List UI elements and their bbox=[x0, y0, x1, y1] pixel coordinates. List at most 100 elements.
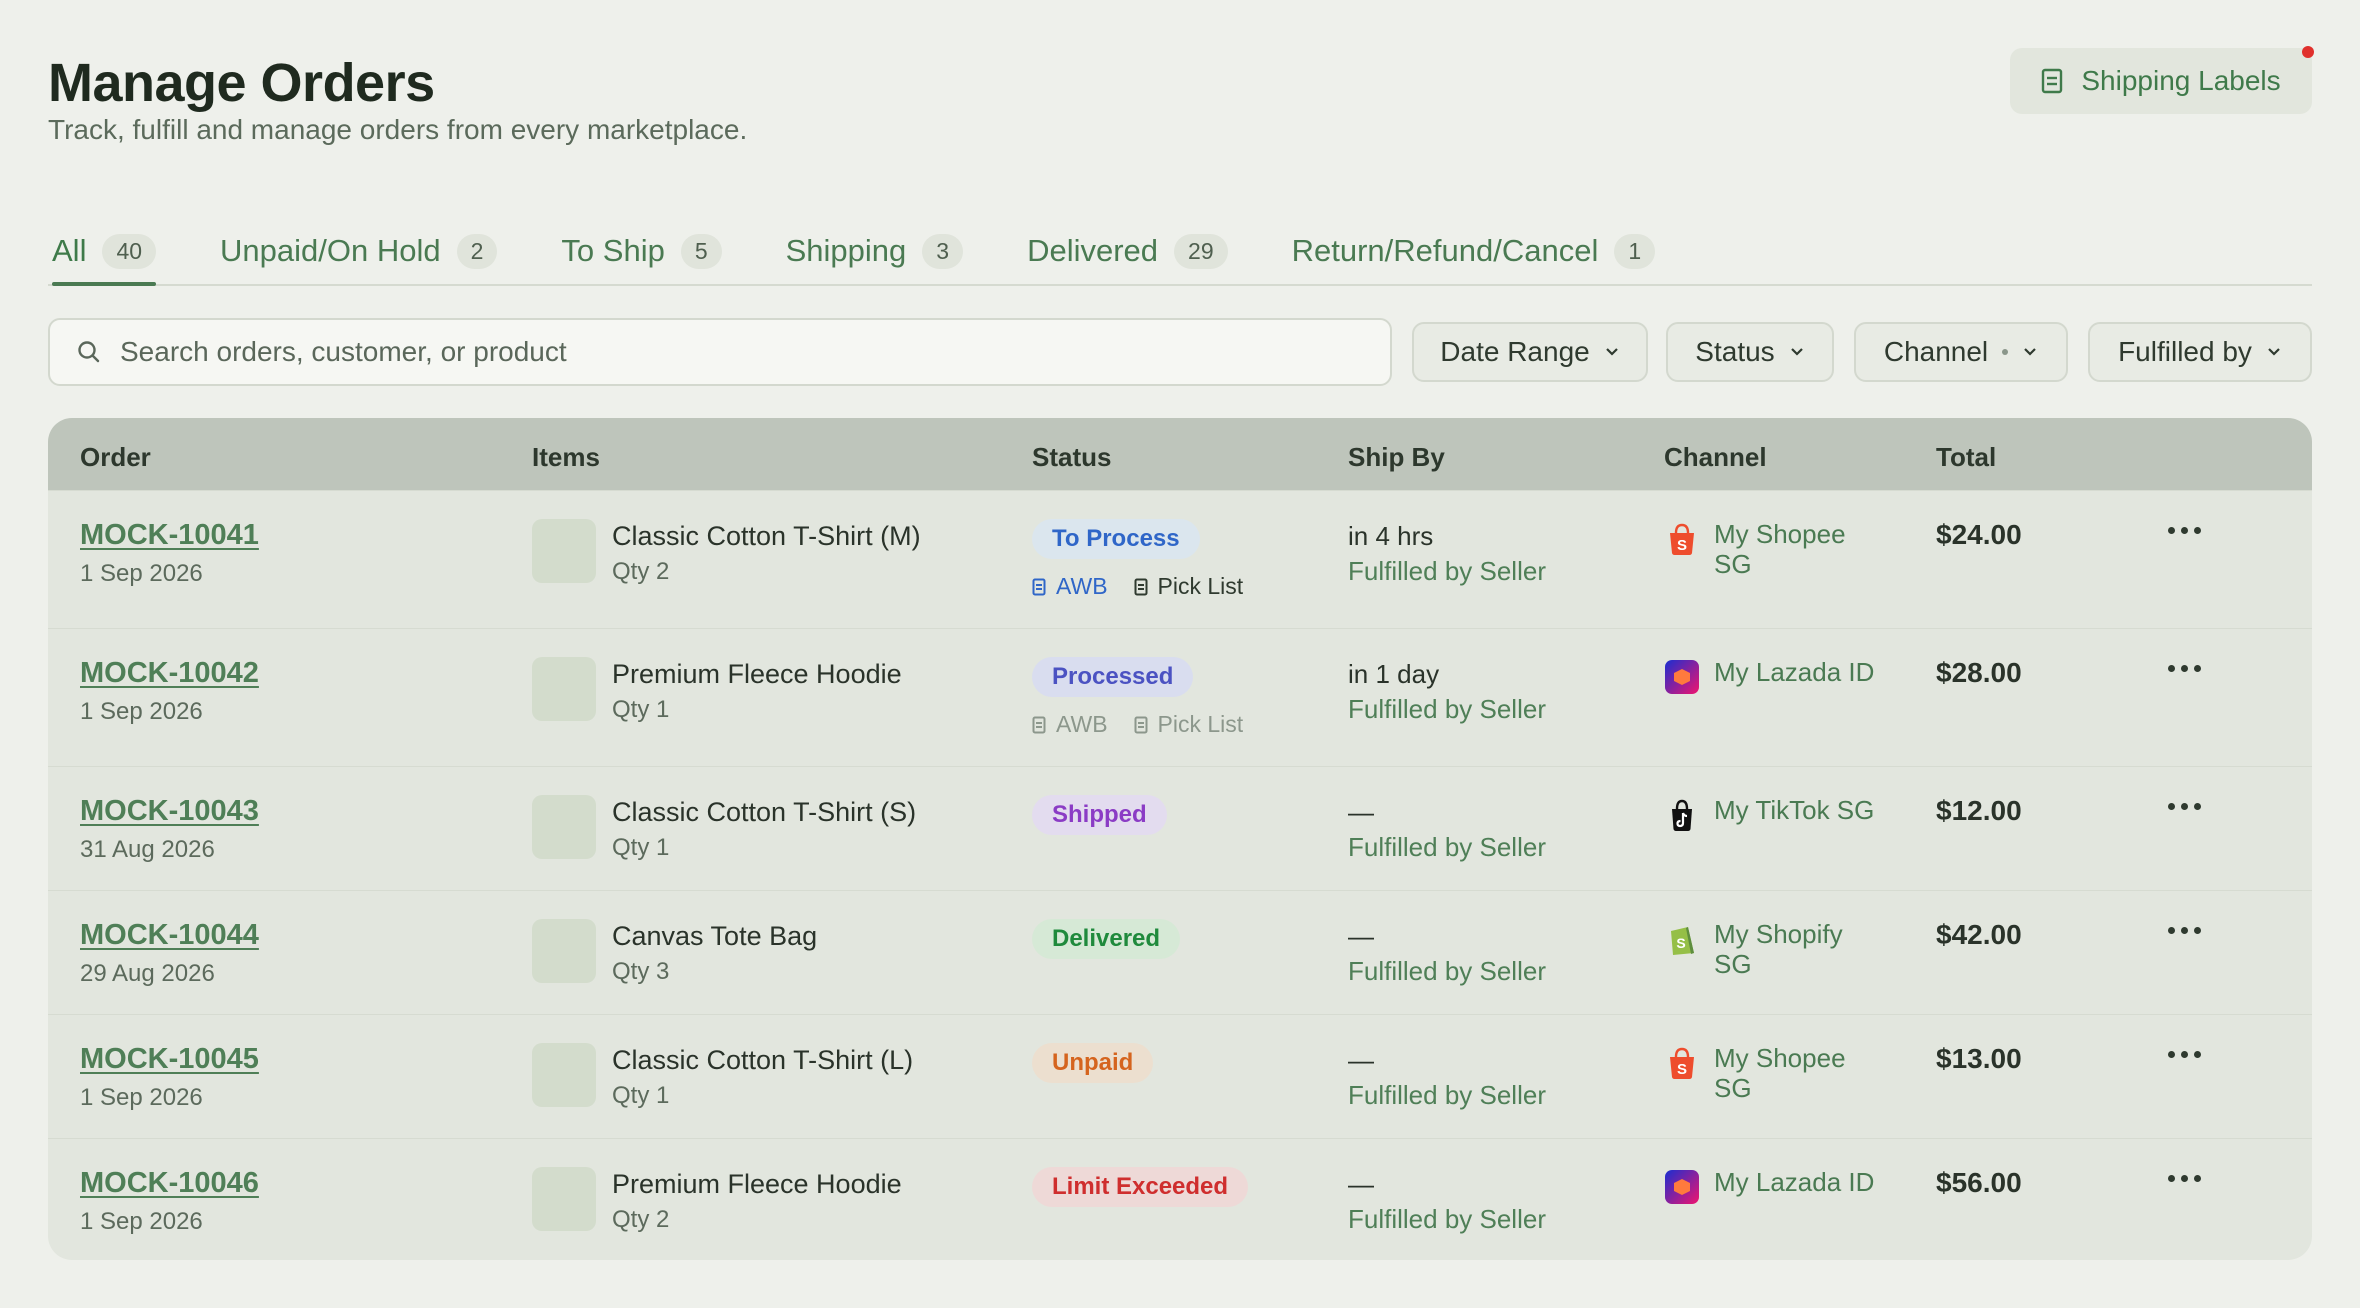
product-thumbnail bbox=[532, 919, 596, 983]
more-actions-button[interactable] bbox=[2164, 1165, 2205, 1192]
search-icon bbox=[78, 341, 100, 363]
order-total: $42.00 bbox=[1936, 919, 2022, 950]
shipping-labels-button[interactable]: Shipping Labels bbox=[2010, 46, 2314, 114]
table-row[interactable]: MOCK-10046 1 Sep 2026 Premium Fleece Hoo… bbox=[48, 1138, 2312, 1260]
document-icon bbox=[1032, 716, 1046, 733]
awb-link[interactable]: AWB bbox=[1032, 573, 1108, 600]
pick-list-link[interactable]: Pick List bbox=[1134, 573, 1243, 600]
order-id-link[interactable]: MOCK-10043 bbox=[80, 795, 259, 828]
order-date: 1 Sep 2026 bbox=[80, 1084, 203, 1111]
search-input[interactable] bbox=[120, 336, 1320, 368]
fulfilled-by-filter[interactable]: Fulfilled by bbox=[2088, 322, 2312, 382]
product-thumbnail bbox=[532, 1043, 596, 1107]
pick-list-link[interactable]: Pick List bbox=[1134, 711, 1244, 738]
tab-label: To Ship bbox=[561, 233, 665, 268]
status-cell: Processed AWB Pick List bbox=[1032, 657, 1243, 738]
order-total: $28.00 bbox=[1936, 657, 2022, 688]
ship-time: — bbox=[1348, 1045, 1374, 1075]
status-cell: Unpaid bbox=[1032, 1043, 1154, 1083]
ship-by-cell: — Fulfilled by Seller bbox=[1348, 1045, 1546, 1111]
date-range-filter[interactable]: Date Range bbox=[1412, 322, 1648, 382]
status-cell: Delivered bbox=[1032, 919, 1181, 959]
tab-to-ship[interactable]: To Ship 5 bbox=[561, 208, 722, 284]
page-title: Manage Orders bbox=[48, 53, 435, 113]
channel-name: My Lazada ID bbox=[1714, 657, 1875, 687]
tab-delivered[interactable]: Delivered 29 bbox=[1027, 208, 1228, 284]
channel-cell: S My Shopee SG bbox=[1664, 519, 1864, 579]
order-total: $24.00 bbox=[1936, 519, 2022, 550]
channel-name: My Shopee SG bbox=[1714, 519, 1846, 579]
order-date: 31 Aug 2026 bbox=[80, 836, 215, 863]
more-actions-button[interactable] bbox=[2164, 917, 2205, 944]
header-order: Order bbox=[80, 442, 151, 472]
awb-label: AWB bbox=[1056, 711, 1108, 737]
document-icon bbox=[1134, 716, 1148, 733]
order-id-link[interactable]: MOCK-10042 bbox=[80, 657, 259, 690]
tab-all[interactable]: All 40 bbox=[52, 208, 157, 286]
shopee-icon: S bbox=[1670, 523, 1694, 555]
tab-count: 2 bbox=[456, 233, 498, 269]
document-icon bbox=[1032, 578, 1046, 595]
table-row[interactable]: MOCK-10042 1 Sep 2026 Premium Fleece Hoo… bbox=[48, 628, 2312, 766]
ship-by-cell: — Fulfilled by Seller bbox=[1348, 921, 1546, 987]
channel-filter[interactable]: Channel bbox=[1854, 322, 2068, 382]
channel-cell: My TikTok SG bbox=[1664, 795, 1914, 833]
tab-return-refund-cancel[interactable]: Return/Refund/Cancel 1 bbox=[1292, 208, 1656, 284]
tab-count: 3 bbox=[922, 233, 964, 269]
item-qty: Qty 3 bbox=[612, 958, 670, 985]
item-qty: Qty 1 bbox=[612, 834, 670, 861]
tab-unpaid-on-hold[interactable]: Unpaid/On Hold 2 bbox=[220, 208, 498, 284]
svg-text:S: S bbox=[1677, 537, 1687, 554]
more-actions-button[interactable] bbox=[2164, 1041, 2205, 1068]
ship-time: in 4 hrs bbox=[1348, 521, 1434, 551]
lazada-icon bbox=[1665, 1170, 1699, 1204]
header-total: Total bbox=[1936, 442, 1997, 472]
more-actions-button[interactable] bbox=[2164, 655, 2205, 682]
order-cell: MOCK-10046 1 Sep 2026 bbox=[80, 1167, 259, 1236]
table-row[interactable]: MOCK-10045 1 Sep 2026 Classic Cotton T-S… bbox=[48, 1014, 2312, 1138]
pick-list-label: Pick List bbox=[1157, 711, 1244, 737]
order-id-link[interactable]: MOCK-10041 bbox=[80, 519, 259, 552]
svg-text:S: S bbox=[1677, 1061, 1687, 1078]
status-cell: Shipped bbox=[1032, 795, 1167, 835]
fulfilled-by-label: Fulfilled by bbox=[2118, 336, 2252, 367]
order-total: $56.00 bbox=[1936, 1167, 2022, 1198]
status-cell: Limit Exceeded bbox=[1032, 1167, 1249, 1207]
status-badge: Processed bbox=[1032, 657, 1194, 697]
order-id-link[interactable]: MOCK-10045 bbox=[80, 1043, 259, 1076]
date-range-label: Date Range bbox=[1440, 336, 1590, 367]
status-filter[interactable]: Status bbox=[1666, 322, 1834, 382]
tab-label: Delivered bbox=[1027, 233, 1159, 268]
awb-link[interactable]: AWB bbox=[1032, 711, 1108, 738]
product-thumbnail bbox=[532, 657, 596, 721]
fulfilled-by: Fulfilled by Seller bbox=[1348, 694, 1546, 724]
table-row[interactable]: MOCK-10041 1 Sep 2026 Classic Cotton T-S… bbox=[48, 490, 2312, 628]
more-actions-button[interactable] bbox=[2164, 517, 2205, 544]
product-thumbnail bbox=[532, 795, 596, 859]
status-badge: Delivered bbox=[1032, 919, 1181, 959]
channel-cell: S My Shopify SG bbox=[1664, 919, 1864, 979]
more-actions-button[interactable] bbox=[2164, 793, 2205, 820]
order-id-link[interactable]: MOCK-10044 bbox=[80, 919, 259, 952]
item-name: Classic Cotton T-Shirt (S) bbox=[612, 797, 917, 827]
fulfilled-by: Fulfilled by Seller bbox=[1348, 556, 1546, 586]
shipping-labels-label: Shipping Labels bbox=[2081, 65, 2281, 96]
order-date: 1 Sep 2026 bbox=[80, 1208, 203, 1235]
chevron-down-icon bbox=[2024, 348, 2036, 356]
tab-shipping[interactable]: Shipping 3 bbox=[786, 208, 964, 284]
item-name: Canvas Tote Bag bbox=[612, 921, 818, 951]
header-items: Items bbox=[532, 442, 600, 472]
table-row[interactable]: MOCK-10044 29 Aug 2026 Canvas Tote Bag Q… bbox=[48, 890, 2312, 1014]
channel-name: My TikTok SG bbox=[1714, 795, 1875, 825]
lazada-icon bbox=[1665, 660, 1699, 694]
order-cell: MOCK-10043 31 Aug 2026 bbox=[80, 795, 259, 864]
table-row[interactable]: MOCK-10043 31 Aug 2026 Classic Cotton T-… bbox=[48, 766, 2312, 890]
search-box bbox=[48, 318, 1392, 386]
header-channel: Channel bbox=[1664, 442, 1767, 472]
order-id-link[interactable]: MOCK-10046 bbox=[80, 1167, 259, 1200]
item-qty: Qty 2 bbox=[612, 1206, 670, 1233]
item-qty: Qty 1 bbox=[612, 696, 670, 723]
awb-label: AWB bbox=[1056, 573, 1108, 599]
notification-dot bbox=[2302, 46, 2314, 58]
order-date: 29 Aug 2026 bbox=[80, 960, 215, 987]
